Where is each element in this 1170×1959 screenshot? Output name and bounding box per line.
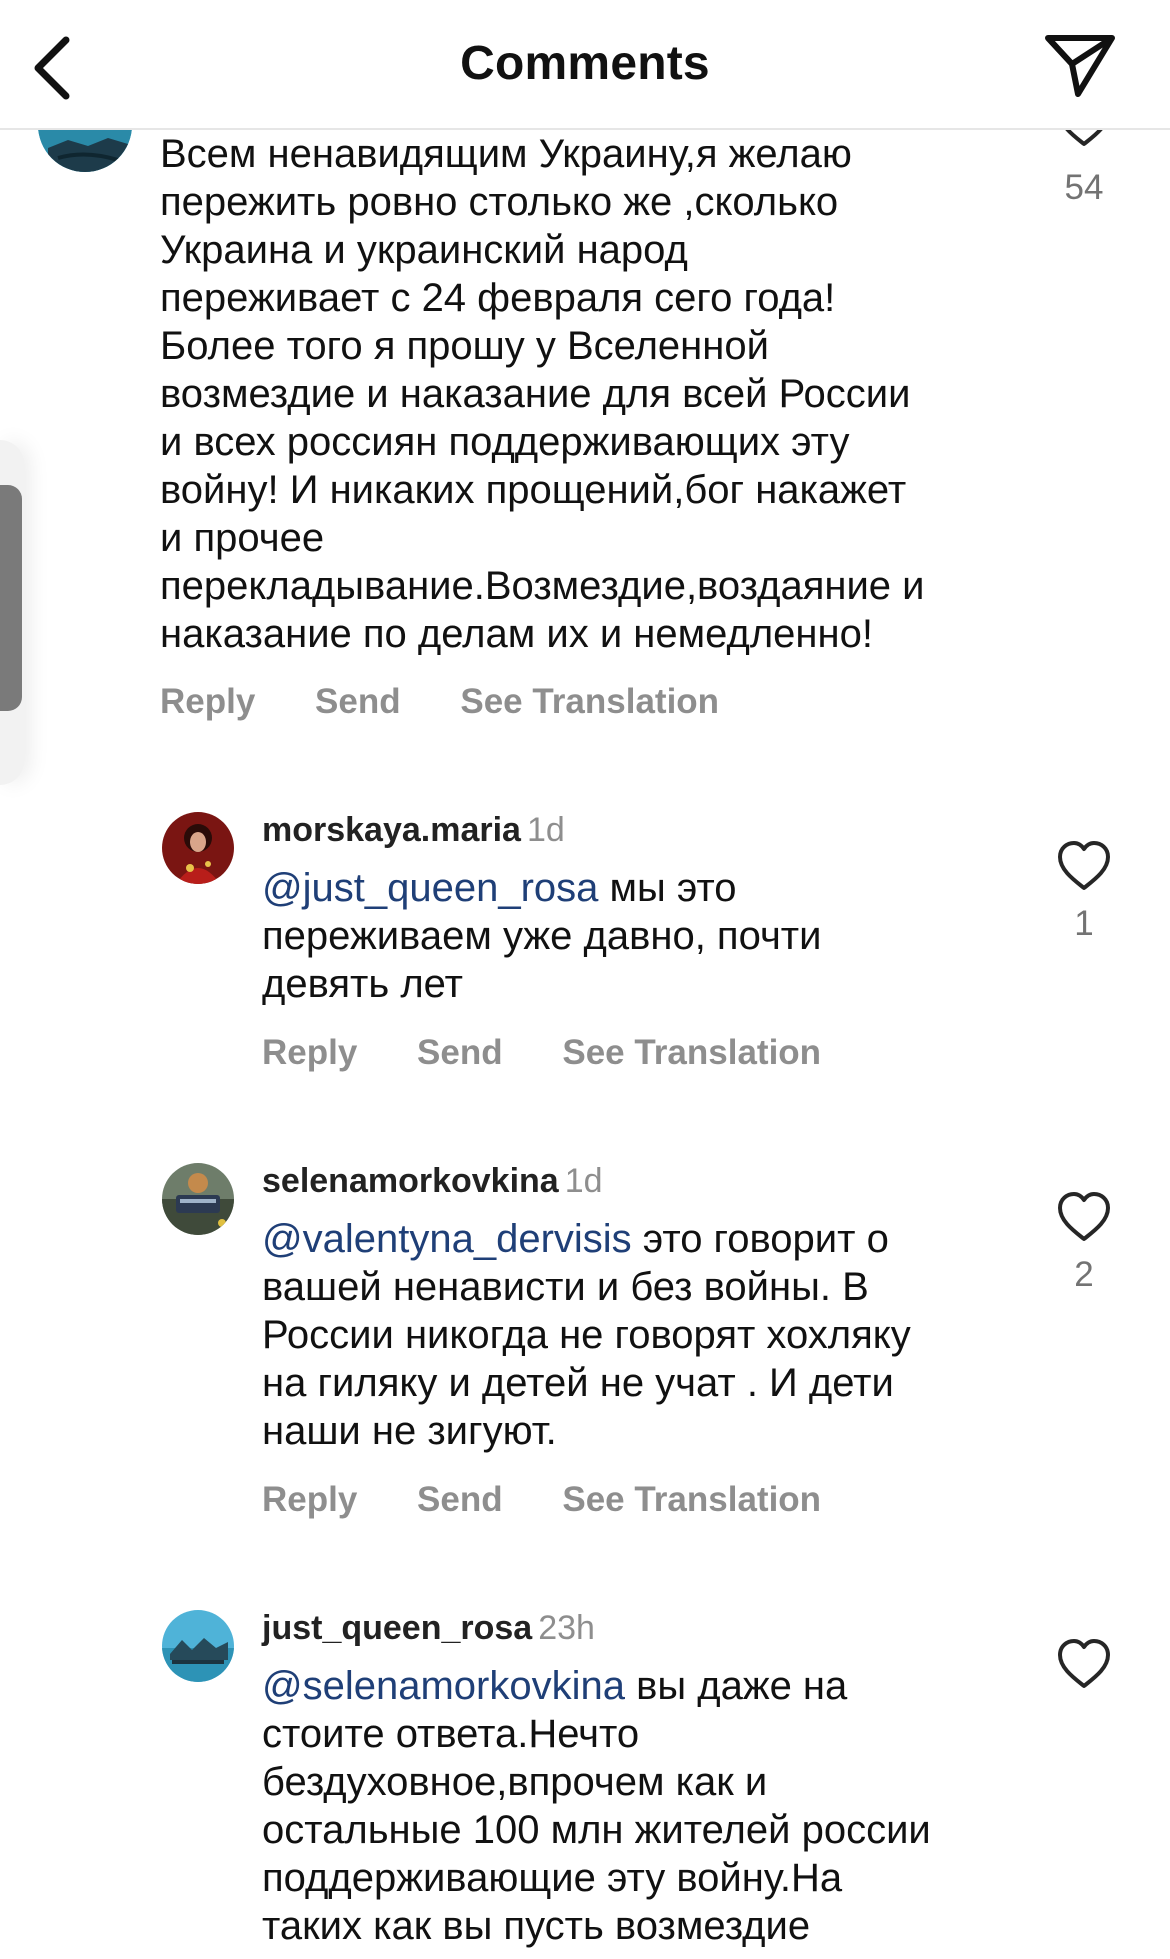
reply-button[interactable]: Reply	[262, 1480, 357, 1519]
comment-body-start: вы даже на	[625, 1664, 848, 1708]
comment-meta: just_queen_rosa 23h	[262, 1608, 595, 1648]
heart-icon[interactable]	[1054, 1636, 1114, 1692]
username[interactable]: morskaya.maria	[262, 811, 521, 849]
send-button[interactable]: Send	[315, 682, 401, 721]
comment-body: вашей ненависти и без войны. В России ни…	[262, 1265, 911, 1453]
timestamp: 23h	[538, 1609, 595, 1647]
timestamp: 1d	[564, 1162, 603, 1200]
comment-text: @valentyna_dervisis это говорит о вашей н…	[262, 1215, 1042, 1455]
send-button[interactable]: Send	[417, 1480, 503, 1519]
comment-actions: Reply Send See Translation	[160, 682, 769, 722]
comment-body-start: это говорит о	[631, 1217, 889, 1261]
comment-body: стоите ответа.Нечто бездуховное,впрочем …	[262, 1712, 931, 1948]
comment-text: Всем ненавидящим Украину,я желаю пережит…	[160, 132, 925, 656]
paper-plane-icon	[1045, 35, 1115, 97]
comment-meta: morskaya.maria 1d	[262, 810, 565, 850]
see-translation-button[interactable]: See Translation	[460, 682, 719, 721]
mention-link[interactable]: @just_queen_rosa	[262, 866, 598, 910]
side-panel-handle[interactable]	[0, 485, 22, 711]
see-translation-button[interactable]: See Translation	[562, 1033, 821, 1072]
comment-actions: Reply Send See Translation	[262, 1480, 871, 1520]
share-button[interactable]	[1040, 30, 1120, 100]
comment-text: @selenamorkovkina вы даже на стоите ответ…	[262, 1662, 1042, 1950]
comment-meta: selenamorkovkina 1d	[262, 1161, 603, 1201]
send-button[interactable]: Send	[417, 1033, 503, 1072]
like-count: 2	[1074, 1255, 1094, 1294]
page-title: Comments	[460, 37, 710, 90]
username[interactable]: just_queen_rosa	[262, 1609, 532, 1647]
like-count: 54	[1064, 168, 1104, 207]
mention-link[interactable]: @valentyna_dervisis	[262, 1217, 632, 1261]
username[interactable]: selenamorkovkina	[262, 1162, 559, 1200]
comment-text: @just_queen_rosa мы это переживаем уже да…	[262, 864, 1022, 1008]
top-navigation-bar: Comments	[0, 0, 1170, 130]
comment-body: переживаем уже давно, почти девять лет	[262, 914, 822, 1006]
see-translation-button[interactable]: See Translation	[562, 1480, 821, 1519]
reply-button[interactable]: Reply	[262, 1033, 357, 1072]
heart-icon[interactable]	[1054, 838, 1114, 894]
avatar[interactable]	[162, 1610, 234, 1682]
comment-actions: Reply Send See Translation	[262, 1033, 871, 1073]
mention-link[interactable]: @selenamorkovkina	[262, 1664, 625, 1708]
reply-button[interactable]: Reply	[160, 682, 255, 721]
timestamp: 1d	[526, 811, 565, 849]
avatar[interactable]	[162, 812, 234, 884]
avatar[interactable]	[162, 1163, 234, 1235]
comment-body-start: мы это	[598, 866, 737, 910]
like-count: 1	[1074, 904, 1094, 943]
comments-list[interactable]: Всем ненавидящим Украину,я желаю пережит…	[0, 0, 1170, 1959]
heart-icon[interactable]	[1054, 1189, 1114, 1245]
